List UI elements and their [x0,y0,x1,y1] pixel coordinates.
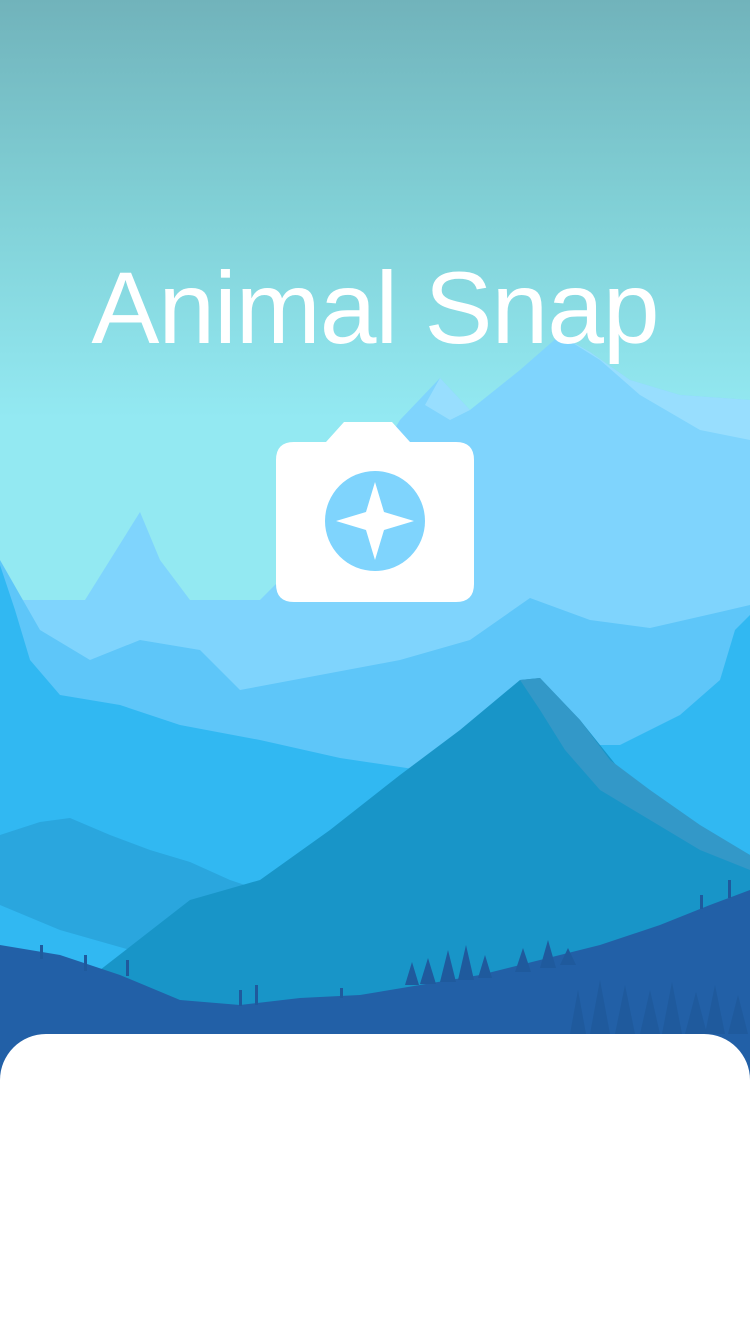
camera-compass-icon [274,420,476,604]
bottom-sheet [0,1034,750,1334]
app-title: Animal Snap [91,251,659,365]
splash-screen: Animal Snap [0,0,750,1334]
